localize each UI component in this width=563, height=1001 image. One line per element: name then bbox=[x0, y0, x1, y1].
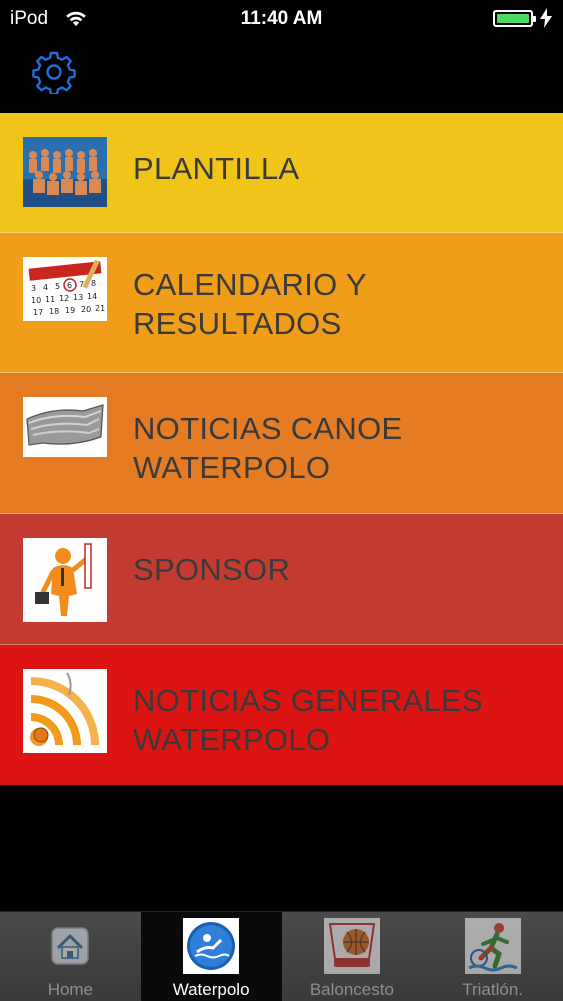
menu-item-label: PLANTILLA bbox=[133, 151, 300, 186]
battery-charging-icon bbox=[493, 10, 536, 27]
svg-text:12: 12 bbox=[59, 294, 69, 303]
rss-feed-icon bbox=[23, 669, 107, 753]
status-bar: iPod 11:40 AM bbox=[0, 0, 563, 36]
menu-item-label: NOTICIAS CANOE WATERPOLO bbox=[133, 411, 403, 485]
svg-text:6: 6 bbox=[67, 281, 72, 290]
gear-icon[interactable] bbox=[32, 50, 76, 94]
svg-text:18: 18 bbox=[49, 307, 59, 316]
calendar-icon: 345678 10 11 12 13 14 17 18 19 20 21 bbox=[23, 257, 107, 321]
tab-baloncesto[interactable]: Baloncesto bbox=[282, 912, 423, 1001]
tab-home[interactable]: Home bbox=[0, 912, 141, 1001]
svg-text:4: 4 bbox=[43, 283, 48, 292]
basketball-icon bbox=[323, 918, 380, 974]
menu-item-noticias-generales[interactable]: NOTICIAS GENERALES WATERPOLO bbox=[0, 645, 563, 785]
menu-item-label: SPONSOR bbox=[133, 552, 291, 587]
triathlon-icon bbox=[464, 918, 521, 974]
svg-text:3: 3 bbox=[31, 284, 36, 293]
svg-text:20: 20 bbox=[81, 305, 91, 314]
home-icon bbox=[42, 918, 98, 974]
menu-item-calendario[interactable]: 345678 10 11 12 13 14 17 18 19 20 21 CALENDARIO … bbox=[0, 233, 563, 373]
tab-label: Home bbox=[47, 980, 94, 999]
menu-item-plantilla[interactable]: PLANTILLA bbox=[0, 113, 563, 233]
sponsor-figure-icon bbox=[23, 538, 107, 622]
main-menu: PLANTILLA 345678 10 11 12 13 14 17 18 19 20 21 C… bbox=[0, 113, 563, 785]
tab-triatlon[interactable]: Triatlón. bbox=[422, 912, 563, 1001]
svg-text:10: 10 bbox=[31, 296, 41, 305]
navigation-bar bbox=[0, 36, 563, 112]
svg-text:21: 21 bbox=[95, 304, 105, 313]
tab-bar: Home Waterpolo Baloncesto Triatlón. bbox=[0, 911, 563, 1001]
clock: 11:40 AM bbox=[240, 8, 323, 29]
charging-bolt-icon bbox=[540, 8, 552, 28]
tab-label: Baloncesto bbox=[309, 980, 394, 999]
svg-text:13: 13 bbox=[73, 293, 83, 302]
menu-item-noticias-canoe[interactable]: NOTICIAS CANOE WATERPOLO bbox=[0, 373, 563, 514]
tab-waterpolo[interactable]: Waterpolo bbox=[140, 912, 282, 1001]
svg-text:8: 8 bbox=[91, 279, 96, 288]
menu-item-label: CALENDARIO Y RESULTADOS bbox=[133, 267, 367, 341]
team-photo-icon bbox=[23, 137, 107, 207]
svg-text:19: 19 bbox=[65, 306, 75, 315]
svg-text:5: 5 bbox=[55, 282, 60, 291]
newspaper-icon bbox=[23, 397, 107, 457]
tab-label: Waterpolo bbox=[172, 980, 250, 999]
svg-text:17: 17 bbox=[33, 308, 43, 317]
svg-text:14: 14 bbox=[87, 292, 97, 301]
svg-text:7: 7 bbox=[79, 280, 84, 289]
menu-item-sponsor[interactable]: SPONSOR bbox=[0, 514, 563, 645]
tab-label: Triatlón. bbox=[462, 980, 524, 999]
menu-item-label: NOTICIAS GENERALES WATERPOLO bbox=[133, 683, 483, 757]
svg-text:11: 11 bbox=[45, 295, 55, 304]
waterpolo-icon bbox=[183, 918, 240, 974]
